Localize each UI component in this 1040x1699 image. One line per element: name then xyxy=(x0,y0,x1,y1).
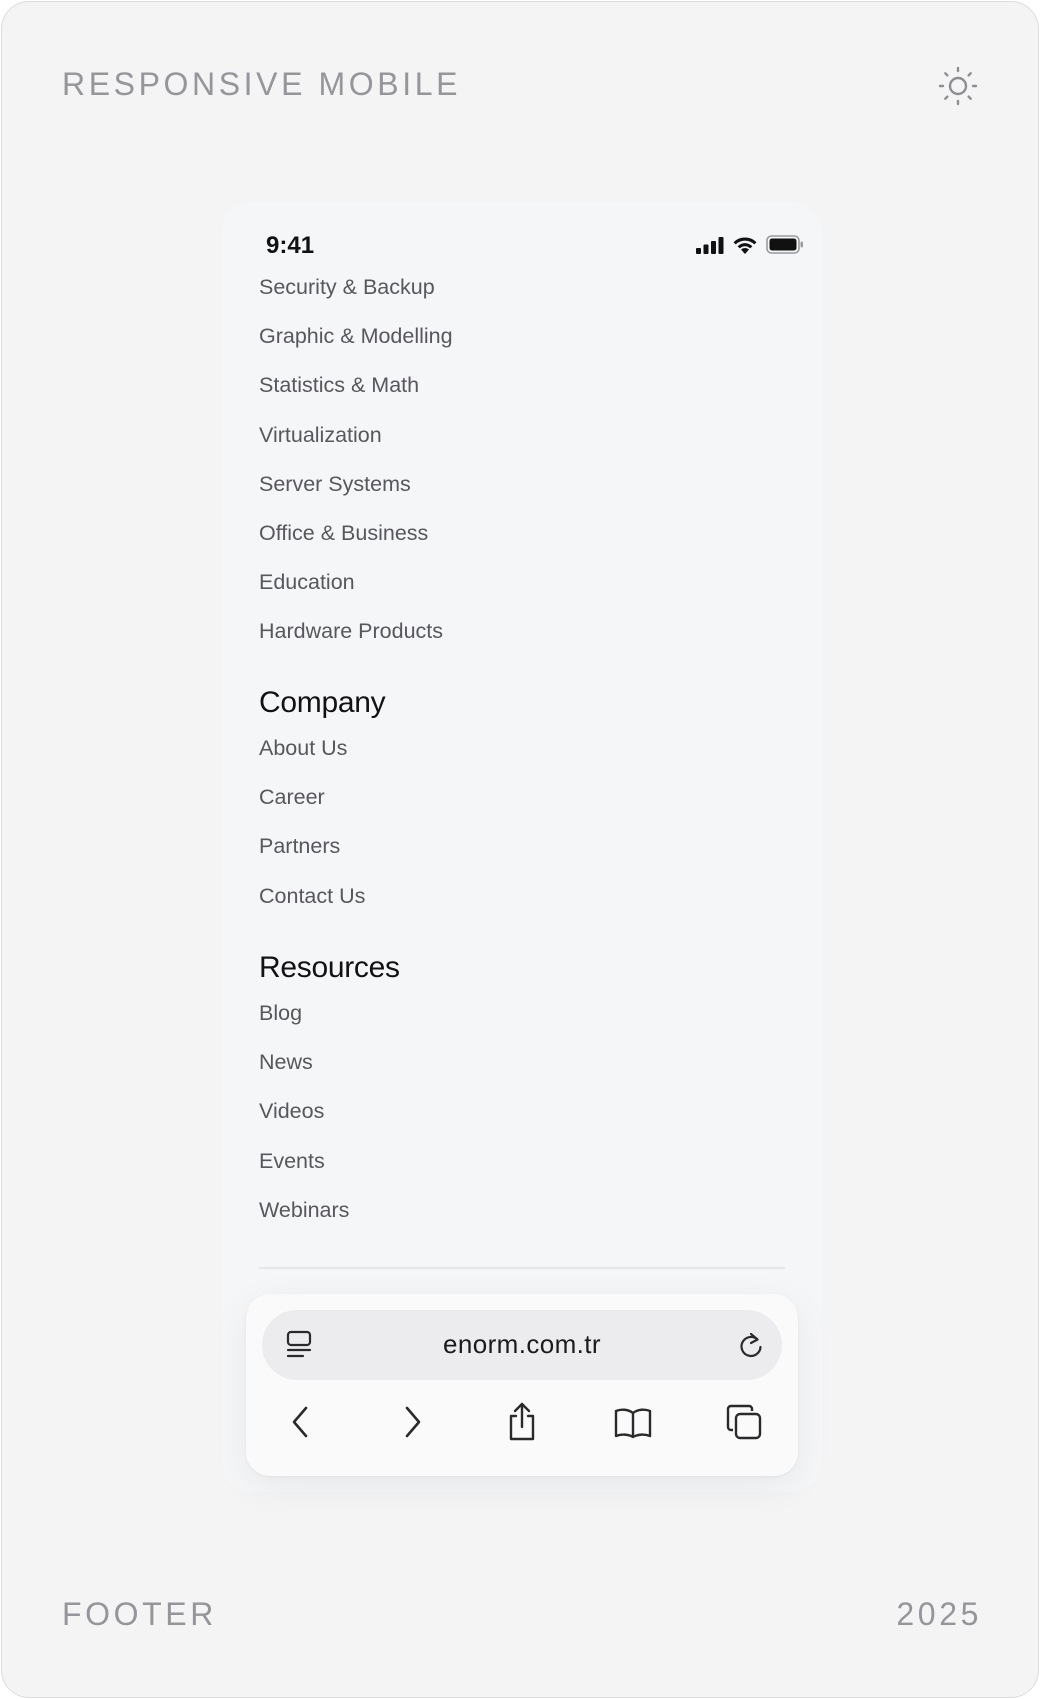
footer-link-statistics-math[interactable]: Statistics & Math xyxy=(259,370,799,419)
url-text: enorm.com.tr xyxy=(443,1329,601,1359)
footer-link-blog[interactable]: Blog xyxy=(259,998,799,1047)
battery-icon xyxy=(766,235,803,254)
footer-link-videos[interactable]: Videos xyxy=(259,1096,799,1145)
footer-link-career[interactable]: Career xyxy=(259,782,799,831)
wifi-icon xyxy=(733,237,757,254)
card-footer-label: FOOTER xyxy=(62,1596,217,1632)
footer-link-hardware-products[interactable]: Hardware Products xyxy=(259,616,799,665)
footer-link-about-us[interactable]: About Us xyxy=(259,733,799,782)
products-link-list: Security & Backup Graphic & Modelling St… xyxy=(259,272,799,666)
resources-heading: Resources xyxy=(259,951,400,984)
browser-toolbar: enorm.com.tr xyxy=(246,1294,798,1476)
footer-link-graphic-modelling[interactable]: Graphic & Modelling xyxy=(259,321,799,370)
card-year: 2025 xyxy=(896,1596,982,1632)
footer-link-virtualization[interactable]: Virtualization xyxy=(259,420,799,469)
browser-nav-row xyxy=(246,1392,798,1452)
showcase-card: RESPONSIVE MOBILE 9:41 Security & Backup… xyxy=(1,1,1039,1698)
footer-link-news[interactable]: News xyxy=(259,1047,799,1096)
company-link-list: About Us Career Partners Contact Us xyxy=(259,733,799,930)
theme-toggle-button[interactable] xyxy=(936,64,980,108)
back-icon[interactable] xyxy=(277,1398,325,1446)
footer-link-webinars[interactable]: Webinars xyxy=(259,1195,799,1244)
status-time: 9:41 xyxy=(266,232,315,259)
status-icons xyxy=(696,235,804,254)
company-heading: Company xyxy=(259,686,386,719)
footer-link-server-systems[interactable]: Server Systems xyxy=(259,469,799,518)
reload-icon[interactable] xyxy=(734,1328,768,1362)
footer-link-education[interactable]: Education xyxy=(259,567,799,616)
sun-icon xyxy=(938,66,978,106)
footer-link-contact-us[interactable]: Contact Us xyxy=(259,881,799,930)
footer-link-partners[interactable]: Partners xyxy=(259,831,799,880)
resources-link-list: Blog News Videos Events Webinars xyxy=(259,998,799,1244)
footer-divider xyxy=(259,1267,785,1269)
forward-icon[interactable] xyxy=(388,1398,436,1446)
card-title: RESPONSIVE MOBILE xyxy=(62,66,462,102)
cellular-signal-icon xyxy=(696,236,724,254)
bookmarks-icon[interactable] xyxy=(609,1398,657,1446)
tabs-icon[interactable] xyxy=(720,1398,768,1446)
address-bar[interactable]: enorm.com.tr xyxy=(262,1310,782,1380)
footer-link-office-business[interactable]: Office & Business xyxy=(259,518,799,567)
share-icon[interactable] xyxy=(498,1398,546,1446)
footer-link-events[interactable]: Events xyxy=(259,1146,799,1195)
footer-link-security-backup[interactable]: Security & Backup xyxy=(259,272,799,321)
